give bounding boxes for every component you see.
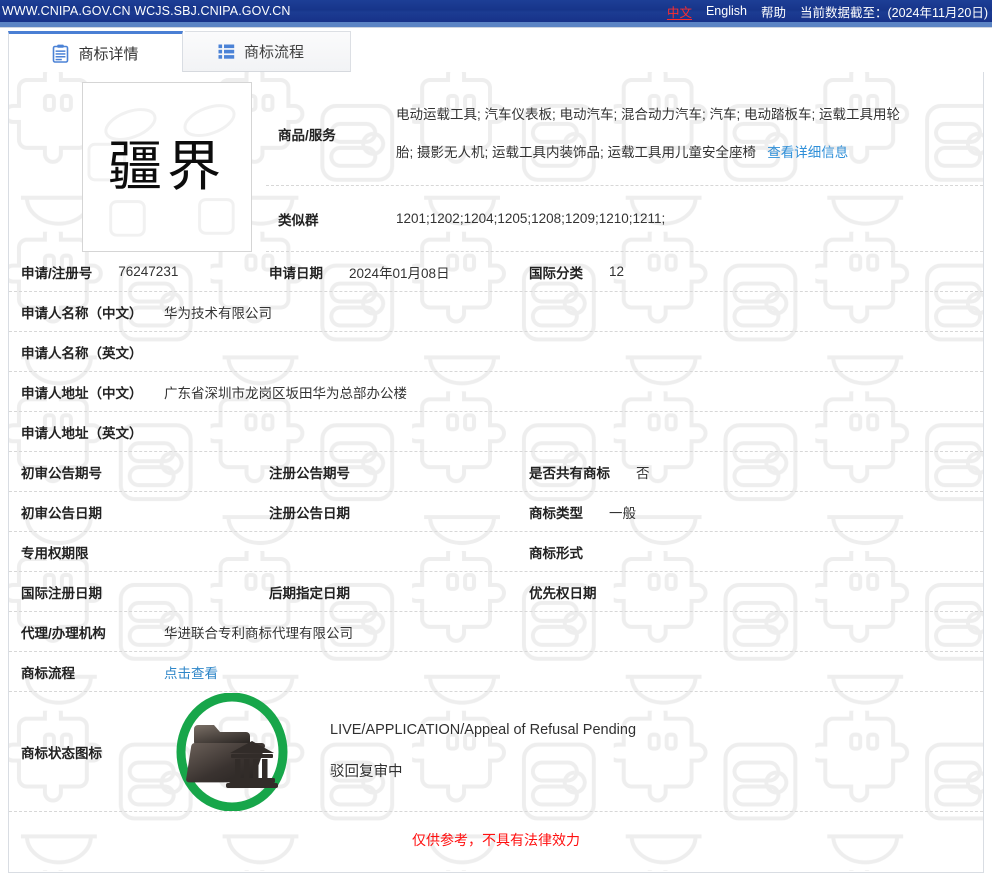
topbar-right-links: 中文 English 帮助 当前数据截至：(2024年11月20日) (667, 2, 992, 21)
agent-organization-row: 代理/办理机构 华进联合专利商标代理有限公司 (9, 612, 983, 652)
application-number-label: 申请/注册号 (21, 265, 93, 281)
goods-services-value: 电动运载工具; 汽车仪表板; 电动汽车; 混合动力汽车; 汽车; 电动踏板车; … (396, 96, 983, 172)
goods-line-1: 电动运载工具; 汽车仪表板; 电动汽车; 混合动力汽车; 汽车; 电动踏板车; … (396, 106, 901, 122)
application-date-value: 2024年01月08日 (349, 265, 450, 281)
folder-courthouse-icon (176, 692, 288, 811)
similar-group-label: 类似群 (278, 212, 319, 228)
applicant-address-cn-row: 申请人地址（中文） 广东省深圳市龙岗区坂田华为总部办公楼 (9, 372, 983, 412)
priority-date-cell: 优先权日期 (529, 582, 983, 602)
list-grid-icon (218, 44, 235, 59)
table-row: 初审公告期号 注册公告期号 是否共有商标 否 (9, 452, 983, 492)
is-shared-trademark-cell: 是否共有商标 否 (529, 462, 983, 482)
tab-trademark-details[interactable]: 商标详情 (8, 31, 183, 72)
view-details-link[interactable]: 查看详细信息 (767, 145, 848, 160)
international-class-label: 国际分类 (529, 265, 583, 281)
similar-group-row: 类似群 1201;1202;1204;1205;1208;1209;1210;1… (266, 186, 983, 252)
application-number-cell: 申请/注册号 76247231 (9, 262, 269, 282)
tab-strip: 商标详情 商标流程 (0, 28, 992, 72)
table-row: 国际注册日期 后期指定日期 优先权日期 (9, 572, 983, 612)
agent-organization-value: 华进联合专利商标代理有限公司 (164, 625, 353, 641)
trademark-type-cell: 商标类型 一般 (529, 502, 983, 522)
goods-rows: 商品/服务 电动运载工具; 汽车仪表板; 电动汽车; 混合动力汽车; 汽车; 电… (266, 82, 983, 252)
exclusive-right-period-cell: 专用权期限 (9, 542, 269, 562)
goods-services-row: 商品/服务 电动运载工具; 汽车仪表板; 电动汽车; 混合动力汽车; 汽车; 电… (266, 82, 983, 186)
trademark-form-cell: 商标形式 (529, 542, 983, 562)
international-registration-date-cell: 国际注册日期 (9, 582, 269, 602)
table-row: 专用权期限 商标形式 (9, 532, 983, 572)
label: 商标类型 (529, 505, 583, 521)
data-cutoff-text: 当前数据截至：(2024年11月20日) (799, 5, 988, 20)
status-line-english: LIVE/APPLICATION/Appeal of Refusal Pendi… (330, 722, 637, 738)
application-date-cell: 申请日期 2024年01月08日 (269, 262, 529, 282)
value: 一般 (609, 505, 636, 521)
international-class-cell: 国际分类 12 (529, 262, 983, 282)
label: 优先权日期 (529, 585, 597, 601)
trademark-status-label: 商标状态图标 (21, 745, 102, 761)
agent-organization-label: 代理/办理机构 (21, 625, 106, 641)
international-class-value: 12 (609, 264, 625, 279)
click-to-view-link[interactable]: 点击查看 (164, 666, 218, 681)
trademark-mark-text: 疆界 (108, 135, 226, 198)
status-texts: LIVE/APPLICATION/Appeal of Refusal Pendi… (330, 722, 636, 781)
preliminary-announcement-date-cell: 初审公告日期 (9, 502, 269, 522)
goods-line-2: 胎; 摄影无人机; 运载工具内装饰品; 运载工具用儿童安全座椅 (396, 144, 757, 160)
applicant-address-cn-value: 广东省深圳市龙岗区坂田华为总部办公楼 (164, 385, 407, 401)
registration-announcement-date-cell: 注册公告日期 (269, 502, 529, 522)
application-number-row: 申请/注册号 76247231 申请日期 2024年01月08日 国际分类 12 (9, 252, 983, 292)
help-link[interactable]: 帮助 (761, 2, 786, 21)
label: 商标形式 (529, 545, 583, 561)
language-chinese-link[interactable]: 中文 (667, 2, 692, 21)
language-english-link[interactable]: English (706, 4, 747, 18)
application-date-label: 申请日期 (269, 265, 323, 281)
registration-announcement-issue-cell: 注册公告期号 (269, 462, 529, 482)
label: 注册公告日期 (269, 505, 350, 521)
trademark-details-panel: 疆界 商品/服务 电动运载工具; 汽车仪表板; 电动汽车; 混合动力汽车; 汽车… (8, 72, 984, 873)
applicant-address-en-label: 申请人地址（英文） (21, 425, 143, 441)
label: 初审公告日期 (21, 505, 102, 521)
clipboard-icon (53, 44, 69, 63)
label: 是否共有商标 (529, 465, 610, 481)
status-line-chinese: 驳回复审中 (330, 764, 403, 780)
top-navigation-bar: WWW.CNIPA.GOV.CN WCJS.SBJ.CNIPA.GOV.CN 中… (0, 0, 992, 22)
applicant-name-cn-row: 申请人名称（中文） 华为技术有限公司 (9, 292, 983, 332)
subsequent-designation-date-cell: 后期指定日期 (269, 582, 529, 602)
label: 初审公告期号 (21, 465, 102, 481)
trademark-status-row: 商标状态图标 LIVE/APPLICATION/Appeal of Refusa… (9, 692, 983, 812)
mark-and-goods-section: 疆界 商品/服务 电动运载工具; 汽车仪表板; 电动汽车; 混合动力汽车; 汽车… (9, 72, 983, 252)
applicant-address-cn-label: 申请人地址（中文） (21, 385, 143, 401)
applicant-address-en-row: 申请人地址（英文） (9, 412, 983, 452)
table-row: 初审公告日期 注册公告日期 商标类型 一般 (9, 492, 983, 532)
similar-group-value: 1201;1202;1204;1205;1208;1209;1210;1211; (396, 211, 666, 226)
applicant-name-cn-label: 申请人名称（中文） (21, 305, 143, 321)
value: 否 (636, 465, 650, 481)
tab-trademark-process[interactable]: 商标流程 (171, 31, 351, 72)
site-domains-text: WWW.CNIPA.GOV.CN WCJS.SBJ.CNIPA.GOV.CN (2, 4, 291, 18)
goods-services-label: 商品/服务 (278, 127, 336, 143)
goods-line-2-wrap: 胎; 摄影无人机; 运载工具内装饰品; 运载工具用儿童安全座椅 查看详细信息 (396, 134, 983, 172)
applicant-name-en-label: 申请人名称（英文） (21, 345, 143, 361)
trademark-process-value: 点击查看 (164, 662, 983, 682)
label: 后期指定日期 (269, 585, 350, 601)
trademark-process-row: 商标流程 点击查看 (9, 652, 983, 692)
preliminary-announcement-issue-cell: 初审公告期号 (9, 462, 269, 482)
legal-disclaimer: 仅供参考，不具有法律效力 (412, 832, 580, 848)
label: 注册公告期号 (269, 465, 350, 481)
label: 国际注册日期 (21, 585, 102, 601)
panel-content: 疆界 商品/服务 电动运载工具; 汽车仪表板; 电动汽车; 混合动力汽车; 汽车… (9, 72, 983, 850)
label: 专用权期限 (21, 545, 89, 561)
trademark-image-box: 疆界 (82, 82, 252, 252)
applicant-name-en-row: 申请人名称（英文） (9, 332, 983, 372)
trademark-process-label: 商标流程 (21, 665, 75, 681)
applicant-name-cn-value: 华为技术有限公司 (164, 305, 272, 321)
application-number-value: 76247231 (118, 264, 179, 279)
tab-label: 商标流程 (243, 44, 304, 61)
tab-label: 商标详情 (78, 45, 139, 63)
